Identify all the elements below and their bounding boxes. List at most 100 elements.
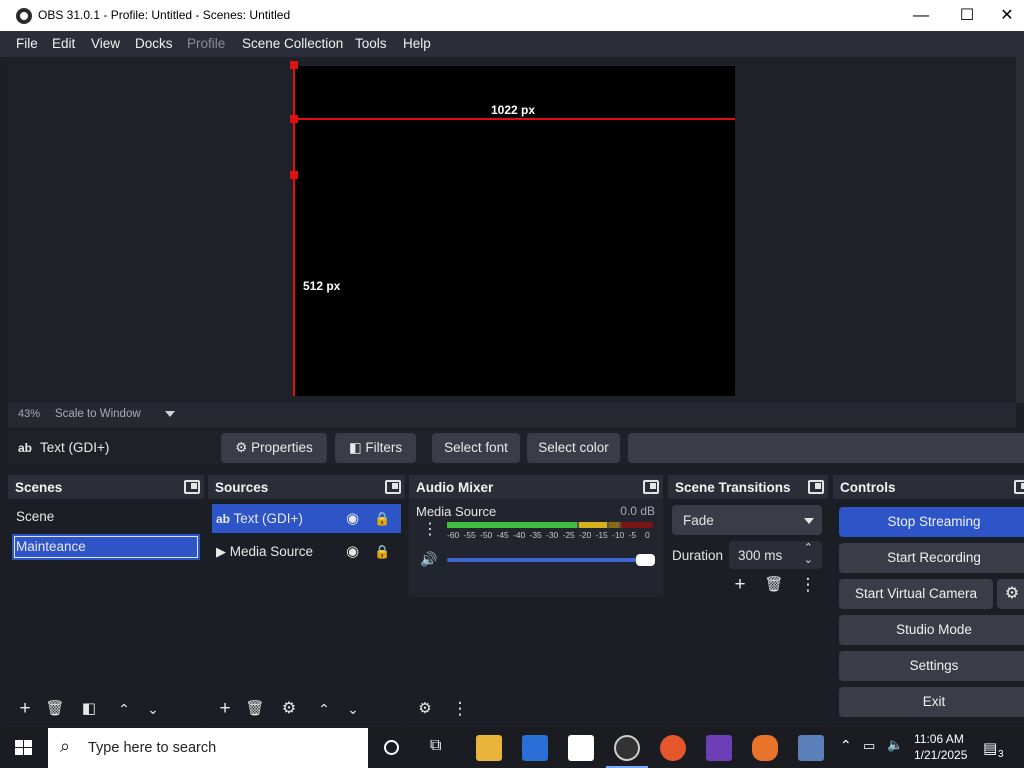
controls-body: Stop Streaming Start Recording Start Vir… [833,499,1024,725]
close-button[interactable]: ✕ [990,0,1024,31]
menu-edit[interactable]: Edit [52,36,75,51]
meter-tick-label: -60 [447,530,460,540]
chevron-down-icon [804,518,814,524]
app-icon[interactable] [752,735,778,761]
undock-icon[interactable] [184,480,200,494]
filter-icon[interactable]: ◧ [78,699,100,719]
gear-icon[interactable]: ⚙ [278,699,300,719]
source-item[interactable]: ▶ Media Source ◉ 🔒 [212,537,401,566]
zoom-level: 43% [18,408,41,420]
more-options-icon[interactable]: ⋮ [797,575,819,595]
meter-tick-label: -30 [546,530,559,540]
menu-scene-collection[interactable]: Scene Collection [242,36,343,51]
vertical-guide-line [293,62,295,396]
sources-dock: Sources ab Text (GDI+) ◉ 🔒 ▶ Media Sourc… [208,475,405,725]
select-font-button[interactable]: Select font [432,433,520,463]
studio-mode-button[interactable]: Studio Mode [839,615,1024,645]
trash-icon[interactable]: 🗑 [244,699,266,719]
firefox-icon[interactable] [660,735,686,761]
scale-mode-select[interactable]: Scale to Window [55,408,141,420]
network-icon[interactable]: ▭ [863,738,875,754]
transition-select[interactable]: Fade [672,505,822,535]
volume-slider-handle[interactable] [636,554,655,566]
menu-profile[interactable]: Profile [187,36,225,51]
speaker-icon[interactable]: 🔊 [420,551,437,568]
mail-icon[interactable] [568,735,594,761]
chevron-down-icon[interactable]: ⌄ [342,699,364,719]
menu-file[interactable]: File [16,36,38,51]
duration-label: Duration [672,548,724,563]
properties-button[interactable]: ⚙ Properties [221,433,327,463]
resize-handle-lower[interactable] [290,171,298,179]
eye-icon[interactable]: ◉ [346,537,359,566]
add-icon[interactable]: + [214,699,236,719]
task-view-icon[interactable]: ⧉ [430,737,441,755]
microsoft-store-icon[interactable] [522,735,548,761]
advanced-audio-icon[interactable]: ⚙ [414,699,436,719]
text-source-icon: ab [18,441,33,455]
exit-button[interactable]: Exit [839,687,1024,717]
windows-start-icon[interactable] [15,740,32,756]
menu-help[interactable]: Help [403,36,431,51]
gear-icon: ⚙ [235,440,248,455]
lock-icon[interactable]: 🔒 [374,537,390,566]
select-color-button[interactable]: Select color [527,433,620,463]
taskbar-clock[interactable]: 11:06 AM 1/21/2025 [914,731,967,763]
java-icon[interactable] [798,735,824,761]
add-icon[interactable]: + [14,699,36,719]
audio-mixer-dock: Audio Mixer Media Source 0.0 dB ⋮ -60 -55… [409,475,663,725]
undock-icon[interactable] [808,480,824,494]
cortana-icon[interactable] [384,740,399,755]
chevron-down-icon[interactable]: ⌄ [142,699,164,719]
sources-header: Sources [208,475,405,499]
scene-item[interactable]: Scene [12,504,200,530]
chevron-up-icon[interactable]: ⌃ [313,699,335,719]
undock-icon[interactable] [643,480,659,494]
virtual-camera-settings-gear-icon[interactable]: ⚙ [997,579,1024,609]
transition-selected: Fade [683,513,714,528]
undock-icon[interactable] [385,480,401,494]
maximize-button[interactable]: ☐ [944,0,990,31]
chevron-up-icon[interactable]: ⌃ [113,699,135,719]
stop-streaming-button[interactable]: Stop Streaming [839,507,1024,537]
meter-tick-label: -20 [579,530,592,540]
resize-handle-middle[interactable] [290,115,298,123]
undock-icon[interactable] [1014,480,1024,494]
eye-icon[interactable]: ◉ [346,504,359,533]
scene-item-selected[interactable]: Mainteance [12,534,200,560]
chevron-down-icon[interactable] [165,411,175,417]
start-virtual-camera-button[interactable]: Start Virtual Camera [839,579,993,609]
volume-slider[interactable] [447,558,653,562]
trash-icon[interactable]: 🗑 [763,575,785,595]
preview-scrollbar[interactable] [1016,57,1024,403]
minimize-button[interactable]: — [898,0,944,31]
file-explorer-icon[interactable] [476,735,502,761]
obs-taskbar-icon[interactable] [614,735,640,761]
start-recording-button[interactable]: Start Recording [839,543,1024,573]
add-icon[interactable]: + [729,575,751,595]
settings-button[interactable]: Settings [839,651,1024,681]
chevron-up-icon[interactable]: ⌃ [840,737,852,754]
app-icon[interactable] [706,735,732,761]
filters-button[interactable]: ◧ Filters [335,433,416,463]
current-source: ab Text (GDI+) [18,440,109,455]
meter-tick-label: -55 [463,530,476,540]
menu-docks[interactable]: Docks [135,36,173,51]
taskbar-search-box[interactable]: ⌕ Type here to search [48,728,368,768]
more-options-icon[interactable]: ⋮ [422,519,438,539]
menu-bar: File Edit View Docks Profile Scene Colle… [0,31,1024,57]
resize-handle-top[interactable] [290,61,298,69]
notification-icon[interactable]: ▤ [983,739,997,757]
trash-icon[interactable]: 🗑 [44,699,66,719]
lock-icon[interactable]: 🔒 [374,504,390,533]
transitions-body: Fade Duration 300 ms ⌃ ⌄ + 🗑 ⋮ [668,499,828,725]
duration-spinbox[interactable]: 300 ms ⌃ ⌄ [729,541,822,569]
volume-muted-icon[interactable]: 🔈 [887,737,903,753]
more-options-icon[interactable]: ⋮ [449,699,471,719]
scenes-dock: Scenes Scene Mainteance + 🗑 ◧ ⌃ ⌄ [8,475,204,725]
source-item-selected[interactable]: ab Text (GDI+) ◉ 🔒 [212,504,401,533]
menu-view[interactable]: View [91,36,120,51]
menu-tools[interactable]: Tools [355,36,387,51]
obs-logo-icon [16,8,32,24]
chevron-down-icon[interactable]: ⌄ [804,553,813,566]
